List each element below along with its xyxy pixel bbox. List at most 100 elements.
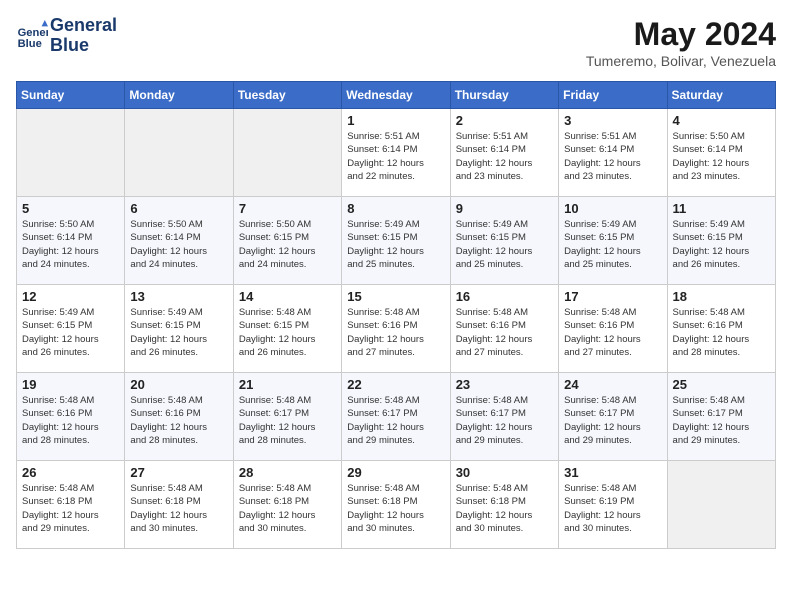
- day-info: Sunrise: 5:48 AM Sunset: 6:17 PM Dayligh…: [456, 394, 553, 447]
- calendar-cell: 25 Sunrise: 5:48 AM Sunset: 6:17 PM Dayli…: [667, 373, 775, 461]
- calendar-cell: 31 Sunrise: 5:48 AM Sunset: 6:19 PM Dayli…: [559, 461, 667, 549]
- day-number: 13: [130, 289, 227, 304]
- day-info: Sunrise: 5:48 AM Sunset: 6:17 PM Dayligh…: [673, 394, 770, 447]
- logo-icon: General Blue: [16, 20, 48, 52]
- logo-text: General Blue: [50, 16, 117, 56]
- day-number: 19: [22, 377, 119, 392]
- calendar-cell: 3Sunrise: 5:51 AM Sunset: 6:14 PM Daylig…: [559, 109, 667, 197]
- day-info: Sunrise: 5:48 AM Sunset: 6:17 PM Dayligh…: [239, 394, 336, 447]
- day-number: 23: [456, 377, 553, 392]
- day-number: 4: [673, 113, 770, 128]
- day-info: Sunrise: 5:49 AM Sunset: 6:15 PM Dayligh…: [673, 218, 770, 271]
- day-info: Sunrise: 5:49 AM Sunset: 6:15 PM Dayligh…: [456, 218, 553, 271]
- calendar-week-row: 5Sunrise: 5:50 AM Sunset: 6:14 PM Daylig…: [17, 197, 776, 285]
- header-row: SundayMondayTuesdayWednesdayThursdayFrid…: [17, 82, 776, 109]
- day-number: 28: [239, 465, 336, 480]
- svg-text:General: General: [18, 27, 48, 39]
- calendar-cell: 5Sunrise: 5:50 AM Sunset: 6:14 PM Daylig…: [17, 197, 125, 285]
- calendar-cell: 24Sunrise: 5:48 AM Sunset: 6:17 PM Dayli…: [559, 373, 667, 461]
- day-info: Sunrise: 5:51 AM Sunset: 6:14 PM Dayligh…: [456, 130, 553, 183]
- calendar-cell: 11 Sunrise: 5:49 AM Sunset: 6:15 PM Dayli…: [667, 197, 775, 285]
- day-info: Sunrise: 5:48 AM Sunset: 6:18 PM Dayligh…: [130, 482, 227, 535]
- day-info: Sunrise: 5:48 AM Sunset: 6:18 PM Dayligh…: [456, 482, 553, 535]
- header-day: Tuesday: [233, 82, 341, 109]
- day-number: 31: [564, 465, 661, 480]
- day-info: Sunrise: 5:49 AM Sunset: 6:15 PM Dayligh…: [130, 306, 227, 359]
- title-block: May 2024 Tumeremo, Bolivar, Venezuela: [586, 16, 776, 69]
- calendar-cell: 17 Sunrise: 5:48 AM Sunset: 6:16 PM Dayli…: [559, 285, 667, 373]
- svg-text:Blue: Blue: [18, 38, 42, 50]
- day-number: 27: [130, 465, 227, 480]
- header-day: Thursday: [450, 82, 558, 109]
- header-day: Sunday: [17, 82, 125, 109]
- day-info: Sunrise: 5:48 AM Sunset: 6:18 PM Dayligh…: [239, 482, 336, 535]
- month-title: May 2024: [586, 16, 776, 53]
- calendar-week-row: 1 Sunrise: 5:51 AM Sunset: 6:14 PM Daylig…: [17, 109, 776, 197]
- logo: General Blue General Blue: [16, 16, 117, 56]
- day-info: Sunrise: 5:48 AM Sunset: 6:15 PM Dayligh…: [239, 306, 336, 359]
- day-info: Sunrise: 5:48 AM Sunset: 6:18 PM Dayligh…: [347, 482, 444, 535]
- day-info: Sunrise: 5:48 AM Sunset: 6:16 PM Dayligh…: [564, 306, 661, 359]
- location-title: Tumeremo, Bolivar, Venezuela: [586, 53, 776, 69]
- calendar-cell: 30Sunrise: 5:48 AM Sunset: 6:18 PM Dayli…: [450, 461, 558, 549]
- calendar-week-row: 26Sunrise: 5:48 AM Sunset: 6:18 PM Dayli…: [17, 461, 776, 549]
- calendar-cell: 28 Sunrise: 5:48 AM Sunset: 6:18 PM Dayli…: [233, 461, 341, 549]
- day-info: Sunrise: 5:48 AM Sunset: 6:16 PM Dayligh…: [130, 394, 227, 447]
- calendar-cell: 22 Sunrise: 5:48 AM Sunset: 6:17 PM Dayli…: [342, 373, 450, 461]
- header-day: Friday: [559, 82, 667, 109]
- day-info: Sunrise: 5:48 AM Sunset: 6:16 PM Dayligh…: [347, 306, 444, 359]
- day-number: 12: [22, 289, 119, 304]
- day-info: Sunrise: 5:48 AM Sunset: 6:16 PM Dayligh…: [673, 306, 770, 359]
- day-number: 25: [673, 377, 770, 392]
- day-info: Sunrise: 5:50 AM Sunset: 6:14 PM Dayligh…: [130, 218, 227, 271]
- calendar-cell: 23 Sunrise: 5:48 AM Sunset: 6:17 PM Dayli…: [450, 373, 558, 461]
- calendar-cell: 29 Sunrise: 5:48 AM Sunset: 6:18 PM Dayli…: [342, 461, 450, 549]
- day-info: Sunrise: 5:48 AM Sunset: 6:17 PM Dayligh…: [347, 394, 444, 447]
- day-number: 29: [347, 465, 444, 480]
- day-info: Sunrise: 5:49 AM Sunset: 6:15 PM Dayligh…: [22, 306, 119, 359]
- calendar-cell: 21 Sunrise: 5:48 AM Sunset: 6:17 PM Dayli…: [233, 373, 341, 461]
- calendar-cell: 12 Sunrise: 5:49 AM Sunset: 6:15 PM Dayli…: [17, 285, 125, 373]
- calendar-cell: 19Sunrise: 5:48 AM Sunset: 6:16 PM Dayli…: [17, 373, 125, 461]
- calendar-cell: [233, 109, 341, 197]
- calendar-cell: 14 Sunrise: 5:48 AM Sunset: 6:15 PM Dayli…: [233, 285, 341, 373]
- calendar-cell: [17, 109, 125, 197]
- calendar-cell: 18 Sunrise: 5:48 AM Sunset: 6:16 PM Dayli…: [667, 285, 775, 373]
- header-day: Monday: [125, 82, 233, 109]
- day-info: Sunrise: 5:48 AM Sunset: 6:16 PM Dayligh…: [456, 306, 553, 359]
- calendar-cell: 15 Sunrise: 5:48 AM Sunset: 6:16 PM Dayli…: [342, 285, 450, 373]
- day-info: Sunrise: 5:49 AM Sunset: 6:15 PM Dayligh…: [564, 218, 661, 271]
- day-number: 22: [347, 377, 444, 392]
- day-info: Sunrise: 5:48 AM Sunset: 6:18 PM Dayligh…: [22, 482, 119, 535]
- day-number: 2: [456, 113, 553, 128]
- day-number: 17: [564, 289, 661, 304]
- day-info: Sunrise: 5:51 AM Sunset: 6:14 PM Dayligh…: [564, 130, 661, 183]
- day-number: 21: [239, 377, 336, 392]
- day-number: 20: [130, 377, 227, 392]
- day-number: 18: [673, 289, 770, 304]
- calendar-week-row: 12 Sunrise: 5:49 AM Sunset: 6:15 PM Dayli…: [17, 285, 776, 373]
- day-info: Sunrise: 5:49 AM Sunset: 6:15 PM Dayligh…: [347, 218, 444, 271]
- day-info: Sunrise: 5:48 AM Sunset: 6:19 PM Dayligh…: [564, 482, 661, 535]
- day-info: Sunrise: 5:50 AM Sunset: 6:15 PM Dayligh…: [239, 218, 336, 271]
- page-header: General Blue General Blue May 2024 Tumer…: [16, 16, 776, 69]
- day-number: 16: [456, 289, 553, 304]
- calendar-cell: 6 Sunrise: 5:50 AM Sunset: 6:14 PM Daylig…: [125, 197, 233, 285]
- day-info: Sunrise: 5:48 AM Sunset: 6:17 PM Dayligh…: [564, 394, 661, 447]
- calendar-cell: [667, 461, 775, 549]
- day-number: 10: [564, 201, 661, 216]
- calendar-table: SundayMondayTuesdayWednesdayThursdayFrid…: [16, 81, 776, 549]
- calendar-cell: 2 Sunrise: 5:51 AM Sunset: 6:14 PM Daylig…: [450, 109, 558, 197]
- calendar-cell: 10 Sunrise: 5:49 AM Sunset: 6:15 PM Dayli…: [559, 197, 667, 285]
- calendar-cell: [125, 109, 233, 197]
- day-info: Sunrise: 5:50 AM Sunset: 6:14 PM Dayligh…: [22, 218, 119, 271]
- day-number: 15: [347, 289, 444, 304]
- day-number: 6: [130, 201, 227, 216]
- day-number: 1: [347, 113, 444, 128]
- day-info: Sunrise: 5:51 AM Sunset: 6:14 PM Dayligh…: [347, 130, 444, 183]
- calendar-cell: 7Sunrise: 5:50 AM Sunset: 6:15 PM Daylig…: [233, 197, 341, 285]
- calendar-cell: 9Sunrise: 5:49 AM Sunset: 6:15 PM Daylig…: [450, 197, 558, 285]
- day-number: 14: [239, 289, 336, 304]
- calendar-cell: 20 Sunrise: 5:48 AM Sunset: 6:16 PM Dayli…: [125, 373, 233, 461]
- day-number: 11: [673, 201, 770, 216]
